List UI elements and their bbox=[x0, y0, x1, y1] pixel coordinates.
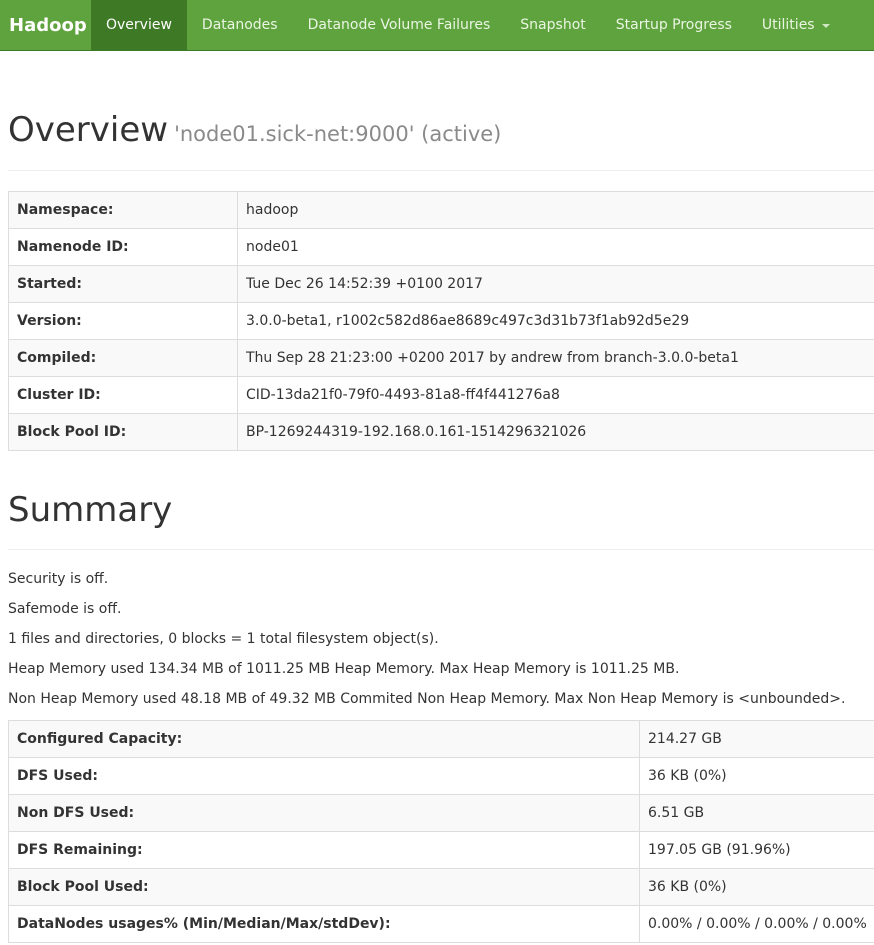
row-value: 3.0.0-beta1, r1002c582d86ae8689c497c3d31… bbox=[237, 302, 874, 340]
table-row: Block Pool Used: 36 KB (0%) bbox=[8, 868, 874, 906]
table-row: Cluster ID: CID-13da21f0-79f0-4493-81a8-f… bbox=[8, 376, 874, 414]
security-status: Security is off. bbox=[8, 571, 109, 587]
summary-header: Summary bbox=[8, 490, 874, 550]
nav-utilities-label: Utilities bbox=[761, 17, 815, 33]
table-row: Started: Tue Dec 26 14:52:39 +0100 2017 bbox=[8, 265, 874, 303]
top-navbar: Hadoop Overview Datanodes Datanode Volum… bbox=[0, 0, 874, 51]
nav-datanodes[interactable]: Datanodes bbox=[187, 0, 293, 50]
table-row: Configured Capacity: 214.27 GB bbox=[8, 720, 874, 758]
row-key: Namespace: bbox=[8, 191, 238, 229]
row-value: node01 bbox=[237, 228, 874, 266]
row-key: Configured Capacity: bbox=[8, 720, 640, 758]
table-row: Non DFS Used: 6.51 GB bbox=[8, 794, 874, 832]
row-key: DFS Remaining: bbox=[8, 831, 640, 869]
table-row: Version: 3.0.0-beta1, r1002c582d86ae8689c… bbox=[8, 302, 874, 340]
row-value: 0.00% / 0.00% / 0.00% / 0.00% bbox=[639, 905, 874, 943]
row-value: 6.51 GB bbox=[639, 794, 874, 832]
row-key: Non DFS Used: bbox=[8, 794, 640, 832]
row-value: 197.05 GB (91.96%) bbox=[639, 831, 874, 869]
nav-utilities[interactable]: Utilities bbox=[747, 0, 845, 50]
overview-table: Namespace: hadoop Namenode ID: node01 Star… bbox=[8, 191, 874, 451]
summary-table: Configured Capacity: 214.27 GB DFS Used: 3… bbox=[8, 720, 874, 943]
summary-title: Summary bbox=[8, 490, 173, 530]
table-row: DFS Used: 36 KB (0%) bbox=[8, 757, 874, 795]
table-row: Namenode ID: node01 bbox=[8, 228, 874, 266]
nav-startup-progress[interactable]: Startup Progress bbox=[601, 0, 747, 50]
row-key: Version: bbox=[8, 302, 238, 340]
overview-header: Overview'node01.sick-net:9000' (active) bbox=[8, 110, 874, 171]
page-subtitle: 'node01.sick-net:9000' (active) bbox=[174, 122, 502, 146]
table-row: Namespace: hadoop bbox=[8, 191, 874, 229]
row-key: DataNodes usages% (Min/Median/Max/stdDev… bbox=[8, 905, 640, 943]
page-title: Overview'node01.sick-net:9000' (active) bbox=[8, 110, 874, 150]
nav-overview[interactable]: Overview bbox=[91, 0, 187, 50]
table-row: Block Pool ID: BP-1269244319-192.168.0.16… bbox=[8, 413, 874, 451]
brand-logo[interactable]: Hadoop bbox=[0, 0, 91, 50]
row-value: 36 KB (0%) bbox=[639, 757, 874, 795]
nav-snapshot[interactable]: Snapshot bbox=[505, 0, 600, 50]
row-value: CID-13da21f0-79f0-4493-81a8-ff4f441276a8 bbox=[237, 376, 874, 414]
safemode-status: Safemode is off. bbox=[8, 601, 122, 617]
nav-datanode-volume-failures[interactable]: Datanode Volume Failures bbox=[293, 0, 506, 50]
row-value: 36 KB (0%) bbox=[639, 868, 874, 906]
row-value: BP-1269244319-192.168.0.161-151429632102… bbox=[237, 413, 874, 451]
table-row: Compiled: Thu Sep 28 21:23:00 +0200 2017 … bbox=[8, 339, 874, 377]
heap-memory: Heap Memory used 134.34 MB of 1011.25 MB… bbox=[8, 661, 680, 677]
row-value: hadoop bbox=[237, 191, 874, 229]
row-key: Block Pool Used: bbox=[8, 868, 640, 906]
chevron-down-icon bbox=[821, 24, 830, 28]
row-key: DFS Used: bbox=[8, 757, 640, 795]
row-key: Compiled: bbox=[8, 339, 238, 377]
row-key: Block Pool ID: bbox=[8, 413, 238, 451]
row-key: Cluster ID: bbox=[8, 376, 238, 414]
table-row: DFS Remaining: 197.05 GB (91.96%) bbox=[8, 831, 874, 869]
row-key: Started: bbox=[8, 265, 238, 303]
row-value: Tue Dec 26 14:52:39 +0100 2017 bbox=[237, 265, 874, 303]
filesystem-objects: 1 files and directories, 0 blocks = 1 to… bbox=[8, 631, 439, 647]
row-value: 214.27 GB bbox=[639, 720, 874, 758]
page-title-text: Overview bbox=[8, 110, 169, 150]
table-row: DataNodes usages% (Min/Median/Max/stdDev… bbox=[8, 905, 874, 943]
row-value: Thu Sep 28 21:23:00 +0200 2017 by andrew… bbox=[237, 339, 874, 377]
non-heap-memory: Non Heap Memory used 48.18 MB of 49.32 M… bbox=[8, 691, 846, 707]
row-key: Namenode ID: bbox=[8, 228, 238, 266]
